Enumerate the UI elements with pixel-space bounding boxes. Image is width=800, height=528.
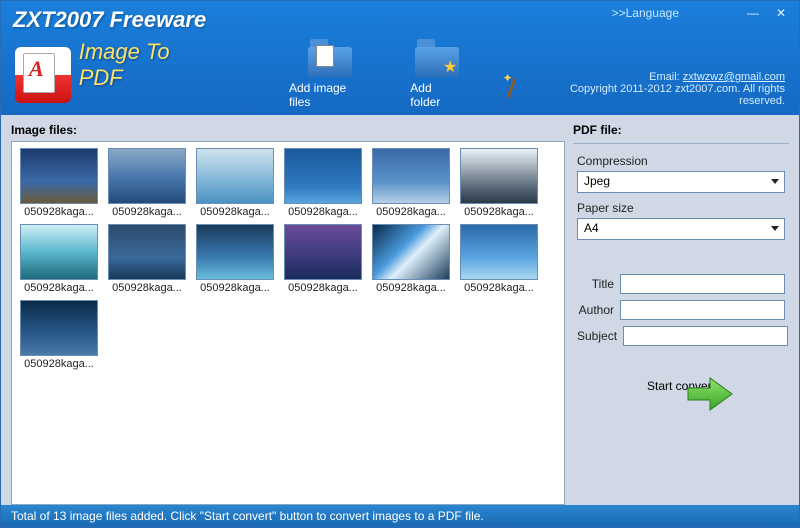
brand-title: ZXT2007 Freeware (13, 7, 206, 33)
thumbnail-image (20, 224, 98, 280)
thumbnail-item[interactable]: 050928kaga... (458, 224, 540, 294)
app-window: Language — ✕ ZXT2007 Freeware Image To P… (0, 0, 800, 528)
thumbnail-item[interactable]: 050928kaga... (282, 148, 364, 218)
copyright-block: Email: zxtwzwz@gmail.com Copyright 2011-… (522, 71, 785, 109)
thumbnail-item[interactable]: 050928kaga... (458, 148, 540, 218)
thumbnail-item[interactable]: 050928kaga... (106, 148, 188, 218)
thumbnail-image (108, 148, 186, 204)
status-bar: Total of 13 image files added. Click "St… (1, 505, 799, 527)
status-text: Total of 13 image files added. Click "St… (11, 509, 484, 523)
thumbnail-item[interactable]: 050928kaga... (194, 148, 276, 218)
paper-size-value: A4 (584, 221, 599, 235)
email-prefix: Email: (649, 71, 683, 83)
author-input[interactable] (620, 300, 785, 320)
folder-star-icon: ★ (415, 37, 459, 77)
close-button[interactable]: ✕ (767, 5, 795, 21)
subject-input[interactable] (623, 326, 788, 346)
thumbnail-item[interactable]: 050928kaga... (18, 224, 100, 294)
thumbnail-image (108, 224, 186, 280)
chevron-down-icon (771, 179, 779, 184)
thumbnail-image (372, 148, 450, 204)
pdf-settings: Compression Jpeg Paper size A4 Title (573, 152, 789, 505)
thumbnail-label: 050928kaga... (288, 206, 358, 218)
compression-value: Jpeg (584, 174, 610, 188)
author-label: Author (577, 303, 614, 317)
add-folder-label: Add folder (410, 81, 464, 109)
thumbnail-area[interactable]: 050928kaga... 050928kaga... 050928kaga... 0… (11, 141, 565, 505)
metadata-fields: Title Author Subject (577, 274, 785, 346)
folder-image-icon (308, 37, 352, 77)
wand-button[interactable] (504, 75, 522, 109)
thumbnail-image (20, 300, 98, 356)
add-folder-button[interactable]: ★ Add folder (410, 37, 464, 109)
thumbnail-item[interactable]: 050928kaga... (282, 224, 364, 294)
paper-size-label: Paper size (577, 201, 785, 215)
thumbnail-label: 050928kaga... (376, 282, 446, 294)
add-image-files-button[interactable]: Add image files (289, 37, 370, 109)
app-logo-icon (15, 47, 71, 103)
thumbnail-image (460, 148, 538, 204)
start-convert-button[interactable]: Start convert (577, 376, 785, 393)
image-files-title: Image files: (11, 121, 565, 141)
left-panel: Image files: 050928kaga...050928kaga...0… (11, 121, 565, 505)
language-link[interactable]: Language (612, 6, 679, 20)
title-input[interactable] (620, 274, 785, 294)
divider (573, 143, 789, 144)
window-controls: — ✕ (739, 5, 795, 21)
thumbnail-label: 050928kaga... (464, 282, 534, 294)
thumbnail-item[interactable]: 050928kaga... (106, 224, 188, 294)
add-files-label: Add image files (289, 81, 370, 109)
thumbnail-label: 050928kaga... (24, 282, 94, 294)
thumbnail-image (20, 148, 98, 204)
app-name: Image To PDF (79, 39, 219, 91)
email-link[interactable]: zxtwzwz@gmail.com (683, 71, 785, 83)
thumbnail-item[interactable]: 050928kaga... (370, 148, 452, 218)
thumbnail-label: 050928kaga... (464, 206, 534, 218)
pdf-file-title: PDF file: (573, 121, 789, 141)
body: Image files: 050928kaga...050928kaga...0… (1, 115, 799, 505)
title-label: Title (577, 277, 614, 291)
copyright-text: Copyright 2011-2012 zxt2007.com. All rig… (522, 83, 785, 107)
thumbnail-image (284, 224, 362, 280)
thumbnail-image (196, 224, 274, 280)
thumbnail-item[interactable]: 050928kaga... (18, 300, 100, 370)
thumbnail-label: 050928kaga... (24, 358, 94, 370)
thumbnail-image (284, 148, 362, 204)
compression-label: Compression (577, 154, 785, 168)
toolbar: Add image files ★ Add folder (289, 37, 523, 109)
thumbnail-label: 050928kaga... (376, 206, 446, 218)
thumbnail-label: 050928kaga... (112, 206, 182, 218)
chevron-down-icon (771, 226, 779, 231)
thumbnail-label: 050928kaga... (24, 206, 94, 218)
wand-icon (504, 75, 522, 103)
minimize-button[interactable]: — (739, 5, 767, 21)
compression-select[interactable]: Jpeg (577, 171, 785, 193)
thumbnail-item[interactable]: 050928kaga... (194, 224, 276, 294)
paper-size-select[interactable]: A4 (577, 218, 785, 240)
thumbnail-label: 050928kaga... (200, 206, 270, 218)
thumbnail-label: 050928kaga... (112, 282, 182, 294)
thumbnail-item[interactable]: 050928kaga... (370, 224, 452, 294)
header: Language — ✕ ZXT2007 Freeware Image To P… (1, 1, 799, 115)
thumbnail-grid: 050928kaga... 050928kaga... 050928kaga... 0… (18, 148, 558, 370)
right-panel: PDF file: Compression Jpeg Paper size A4… (573, 121, 789, 505)
thumbnail-item[interactable]: 050928kaga... (18, 148, 100, 218)
thumbnail-image (196, 148, 274, 204)
thumbnail-image (460, 224, 538, 280)
thumbnail-label: 050928kaga... (288, 282, 358, 294)
thumbnail-label: 050928kaga... (200, 282, 270, 294)
subject-label: Subject (577, 329, 617, 343)
hero-row: Image To PDF Add image files ★ Add folde… (1, 25, 799, 115)
thumbnail-image (372, 224, 450, 280)
